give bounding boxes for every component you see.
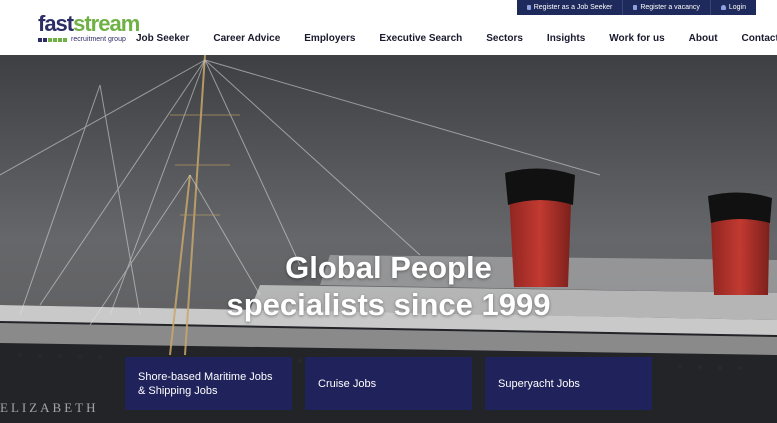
hero-banner: ELIZABETH Global People specialists sinc… [0,55,777,423]
nav-item-sectors[interactable]: Sectors [486,33,523,44]
faststream-logo[interactable]: faststream recruitment group [38,11,140,45]
nav-item-employers[interactable]: Employers [304,33,355,44]
register-vacancy-button[interactable]: Register a vacancy [623,0,711,15]
card-cruise-jobs[interactable]: Cruise Jobs [305,357,472,410]
register-job-seeker-button[interactable]: Register as a Job Seeker [516,0,624,15]
nav-item-job-seeker[interactable]: Job Seeker [136,33,189,44]
card-shore-based-maritime-jobs[interactable]: Shore-based Maritime Jobs & Shipping Job… [125,357,292,410]
hero-title: Global People specialists since 1999 [226,250,551,322]
main-nav: Job Seeker Career Advice Employers Execu… [136,33,777,44]
logo-wordmark: faststream [38,11,140,36]
utility-bar: Register as a Job Seeker Register a vaca… [516,0,756,15]
nav-item-executive-search[interactable]: Executive Search [379,33,462,44]
nav-item-career-advice[interactable]: Career Advice [213,33,280,44]
nav-item-insights[interactable]: Insights [547,33,585,44]
ship-name-lettering: ELIZABETH [0,400,98,415]
logo-tagline: recruitment group [71,36,126,43]
nav-item-work-for-us[interactable]: Work for us [609,33,664,44]
user-icon [720,5,726,10]
document-icon [633,5,638,10]
login-button[interactable]: Login [710,0,756,15]
job-category-cards: Shore-based Maritime Jobs & Shipping Job… [125,357,652,410]
nav-item-about[interactable]: About [689,33,718,44]
document-icon [526,5,531,10]
logo-dots-icon [38,37,67,42]
card-superyacht-jobs[interactable]: Superyacht Jobs [485,357,652,410]
nav-item-contact-us[interactable]: Contact Us [742,33,777,44]
